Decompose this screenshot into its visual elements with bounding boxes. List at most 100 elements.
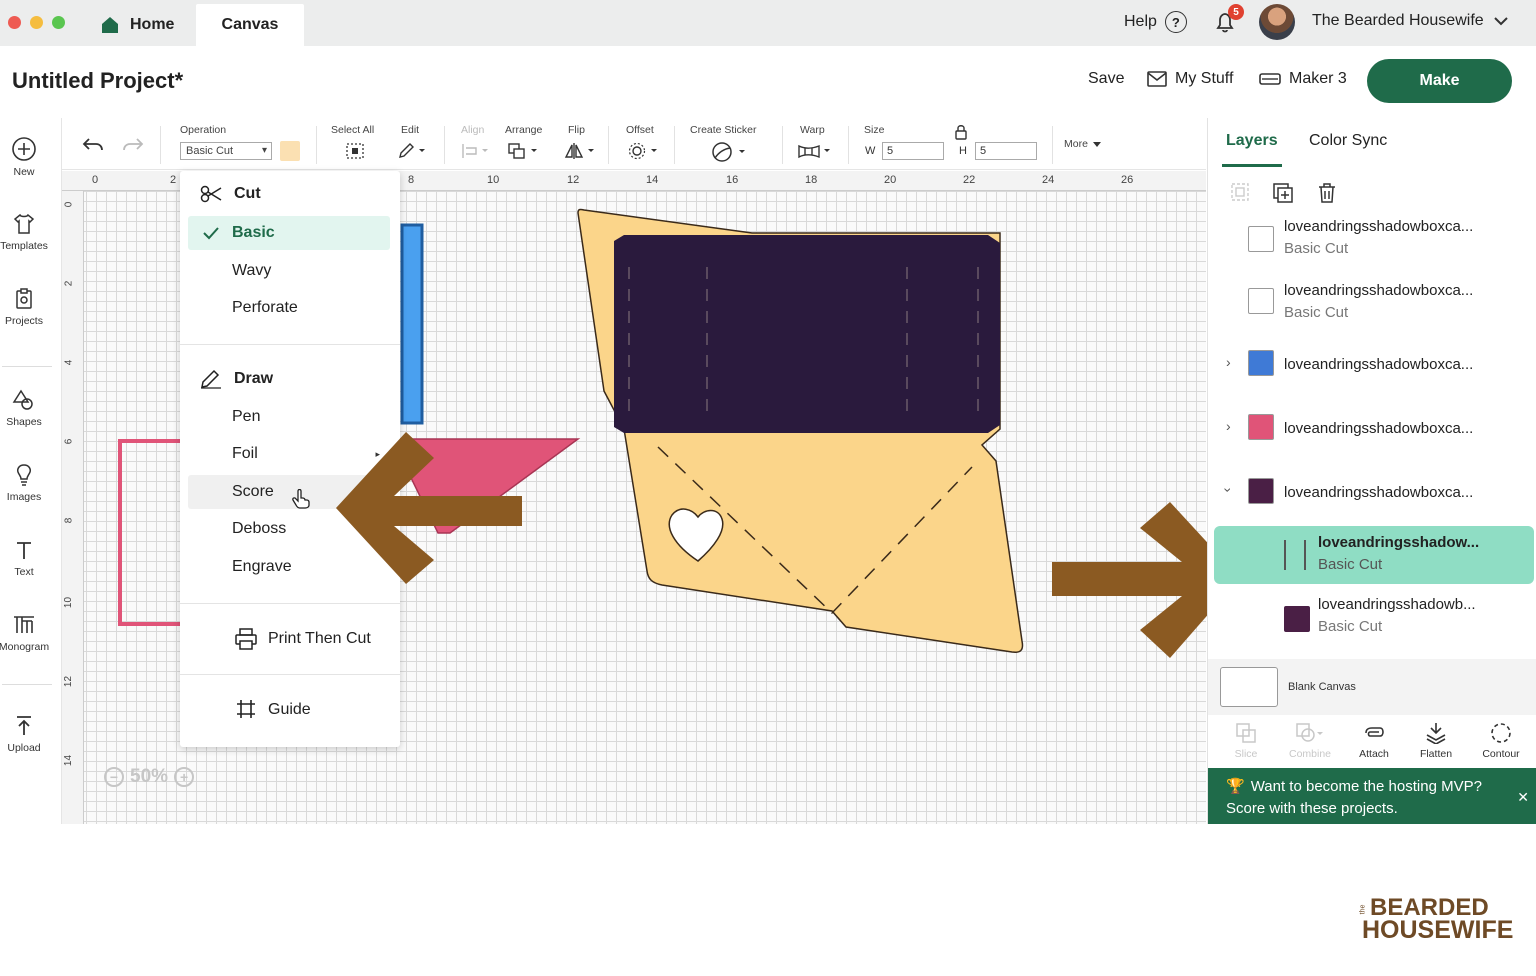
close-window-button[interactable] <box>8 16 21 29</box>
chevron-right-icon[interactable]: › <box>1226 418 1231 434</box>
scissors-icon <box>200 185 222 203</box>
layer-group[interactable]: › loveandringsshadowboxca... <box>1208 400 1536 458</box>
layer-thumbnail <box>1248 414 1274 440</box>
layer-item-selected[interactable]: loveandringsshadow... Basic Cut <box>1214 526 1534 584</box>
nav-templates[interactable]: Templates <box>0 212 48 252</box>
project-title[interactable]: Untitled Project* <box>12 68 183 94</box>
nav-new[interactable]: New <box>0 136 48 178</box>
nav-images[interactable]: Images <box>0 463 48 503</box>
sticker-icon[interactable] <box>710 142 748 162</box>
height-input[interactable]: 5 <box>975 142 1037 160</box>
nav-projects[interactable]: Projects <box>0 287 48 327</box>
menu-item-wavy[interactable]: Wavy <box>188 254 390 288</box>
operation-color-swatch[interactable] <box>280 141 300 161</box>
ruler-mark: 10 <box>63 596 75 609</box>
group-icon[interactable] <box>1230 182 1250 202</box>
menu-item-score-label: Score <box>232 483 274 500</box>
layer-item[interactable]: loveandringsshadowboxca... Basic Cut <box>1208 274 1536 332</box>
tab-home[interactable]: Home <box>100 4 174 46</box>
nav-new-label: New <box>13 166 35 178</box>
layer-group-expanded[interactable]: › loveandringsshadowboxca... <box>1208 464 1536 522</box>
user-menu[interactable]: The Bearded Housewife <box>1312 12 1508 30</box>
check-icon <box>203 227 219 240</box>
tab-layers[interactable]: Layers <box>1226 132 1278 150</box>
menu-item-perforate[interactable]: Perforate <box>188 291 390 325</box>
layer-name: loveandringsshadowboxca... <box>1284 282 1474 299</box>
my-stuff-button[interactable]: My Stuff <box>1147 70 1233 88</box>
chevron-down-icon[interactable]: › <box>1220 488 1236 493</box>
menu-item-pen[interactable]: Pen <box>188 400 390 434</box>
pencil-icon[interactable] <box>397 142 427 160</box>
flip-icon[interactable] <box>564 142 596 160</box>
hand-cursor-icon <box>292 489 310 509</box>
minimize-window-button[interactable] <box>30 16 43 29</box>
avatar[interactable] <box>1259 4 1295 40</box>
attach-button[interactable]: Attach <box>1344 722 1404 760</box>
operation-label: Operation <box>180 124 227 136</box>
left-nav: New Templates Projects Shapes Images Tex… <box>0 118 62 824</box>
arrange-icon[interactable] <box>507 142 539 160</box>
select-all-icon[interactable] <box>345 142 365 160</box>
tab-color-sync[interactable]: Color Sync <box>1309 132 1387 150</box>
nav-shapes[interactable]: Shapes <box>0 388 48 428</box>
nav-monogram[interactable]: Monogram <box>0 613 49 653</box>
envelope-shape[interactable] <box>577 208 1024 653</box>
redo-icon[interactable] <box>122 136 144 154</box>
align-icon[interactable] <box>460 142 490 160</box>
warp-icon[interactable] <box>797 142 833 160</box>
edit-label: Edit <box>401 124 420 136</box>
envelope-icon <box>1147 71 1167 87</box>
combine-button[interactable]: Combine <box>1280 722 1340 760</box>
edit-toolbar: Operation Basic Cut Select All Edit Alig… <box>62 118 1206 170</box>
blue-strip-shape[interactable] <box>400 223 424 425</box>
chevron-right-icon[interactable]: › <box>1226 354 1231 370</box>
tab-canvas[interactable]: Canvas <box>196 4 304 46</box>
operation-select[interactable]: Basic Cut <box>180 142 272 160</box>
save-button[interactable]: Save <box>1088 70 1124 88</box>
lock-icon[interactable] <box>954 124 968 140</box>
contour-button[interactable]: Contour <box>1471 722 1531 760</box>
make-button[interactable]: Make <box>1367 59 1512 103</box>
maximize-window-button[interactable] <box>52 16 65 29</box>
machine-button[interactable]: Maker 3 <box>1259 70 1347 88</box>
layer-group[interactable]: › loveandringsshadowboxca... <box>1208 336 1536 394</box>
create-sticker-label: Create Sticker <box>690 124 757 136</box>
blank-canvas-row[interactable]: Blank Canvas <box>1208 659 1536 715</box>
promo-banner[interactable]: 🏆 Want to become the hosting MVP? Score … <box>1208 768 1536 824</box>
more-button[interactable]: More <box>1064 138 1088 150</box>
help-button[interactable]: Help ? <box>1124 10 1187 34</box>
flatten-button[interactable]: Flatten <box>1406 722 1466 760</box>
ruler-mark: 4 <box>63 359 75 366</box>
layer-item[interactable]: loveandringsshadowb... Basic Cut <box>1208 590 1536 648</box>
slice-button[interactable]: Slice <box>1216 722 1276 760</box>
cut-section-header: Cut <box>200 185 261 203</box>
menu-item-perforate-label: Perforate <box>232 299 298 316</box>
my-stuff-label: My Stuff <box>1175 70 1234 87</box>
zoom-in-button[interactable]: + <box>174 767 195 787</box>
layer-thumbnail <box>1284 606 1310 632</box>
width-input[interactable]: 5 <box>882 142 944 160</box>
layers-panel: Layers Color Sync loveandringsshadowboxc… <box>1207 118 1536 824</box>
nav-text[interactable]: Text <box>0 538 48 578</box>
score-line-thumbnail <box>1304 540 1306 570</box>
flatten-icon <box>1426 723 1446 744</box>
draw-label: Draw <box>234 370 274 387</box>
guide-label[interactable]: Guide <box>268 701 311 719</box>
ruler-mark: 2 <box>63 280 75 287</box>
promo-line-2: Score with these projects. <box>1226 800 1398 817</box>
draw-section-header: Draw <box>200 369 273 389</box>
attach-label: Attach <box>1359 748 1389 760</box>
close-icon[interactable]: ✕ <box>1517 786 1529 808</box>
trash-icon[interactable] <box>1316 182 1338 204</box>
nav-upload[interactable]: Upload <box>0 714 48 754</box>
duplicate-icon[interactable] <box>1272 182 1294 204</box>
ruler-mark: 22 <box>963 174 976 186</box>
menu-item-wavy-label: Wavy <box>232 262 272 279</box>
more-caret-icon <box>1093 142 1101 147</box>
offset-icon[interactable] <box>627 142 659 160</box>
print-then-cut-label[interactable]: Print Then Cut <box>268 630 371 648</box>
zoom-out-button[interactable]: − <box>104 767 124 787</box>
undo-icon[interactable] <box>82 136 104 154</box>
layer-item[interactable]: loveandringsshadowboxca... Basic Cut <box>1208 212 1536 270</box>
menu-item-basic[interactable]: Basic <box>188 216 390 250</box>
